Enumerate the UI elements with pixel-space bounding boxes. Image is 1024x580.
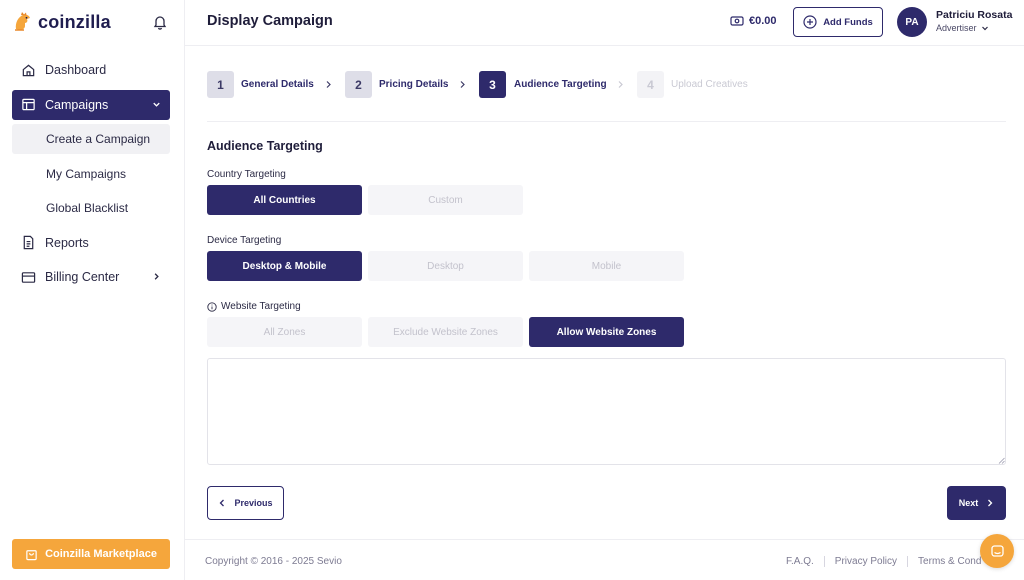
sidebar-item-billing-center[interactable]: Billing Center	[12, 262, 170, 292]
chevron-down-icon	[981, 26, 988, 31]
page-title: Display Campaign	[207, 13, 333, 29]
step-number: 3	[479, 71, 506, 98]
divider	[207, 121, 1006, 122]
sidebar-item-dashboard[interactable]: Dashboard	[12, 55, 170, 85]
notifications-bell-icon[interactable]	[152, 14, 168, 30]
chevron-down-icon	[153, 102, 160, 107]
sidebar-item-label: Campaigns	[45, 97, 109, 112]
avatar[interactable]: PA	[897, 7, 927, 37]
info-icon[interactable]	[207, 301, 217, 312]
device-targeting-label: Device Targeting	[207, 235, 281, 246]
website-option-all-zones[interactable]: All Zones	[207, 317, 362, 347]
footer-separator	[823, 556, 825, 567]
footer-link-privacy[interactable]: Privacy Policy	[835, 556, 897, 567]
sidebar-item-reports[interactable]: Reports	[12, 228, 170, 258]
sidebar-item-campaigns[interactable]: Campaigns	[12, 89, 170, 120]
card-icon	[21, 271, 36, 283]
home-icon	[22, 64, 35, 76]
chevron-right-icon	[988, 499, 993, 507]
support-chat-button[interactable]	[980, 534, 1014, 568]
field-label-text: Website Targeting	[221, 301, 301, 312]
website-option-exclude-zones[interactable]: Exclude Website Zones	[368, 317, 523, 347]
device-option-desktop-mobile[interactable]: Desktop & Mobile	[207, 251, 362, 281]
chevron-left-icon	[220, 499, 225, 507]
sidebar: coinzilla Dashboard Campaigns Create a C…	[0, 0, 185, 580]
sidebar-item-label: Reports	[45, 235, 89, 250]
user-name[interactable]: Patriciu Rosata	[936, 9, 1012, 21]
sidebar-item-label: Dashboard	[45, 63, 107, 77]
chevron-right-icon	[460, 81, 465, 88]
step-label: General Details	[241, 79, 314, 90]
footer-separator	[907, 556, 909, 567]
balance-value: €0.00	[749, 15, 777, 27]
field-label-text: Device Targeting	[207, 235, 282, 246]
chevron-right-icon	[618, 81, 623, 88]
coinzilla-logo[interactable]: coinzilla	[12, 10, 111, 34]
step-number: 1	[207, 71, 234, 98]
device-option-desktop[interactable]: Desktop	[368, 251, 523, 281]
sidebar-nav: Dashboard Campaigns Create a Campaign My…	[12, 55, 170, 297]
plus-circle-icon	[803, 15, 817, 29]
country-targeting-label: Country Targeting	[207, 169, 286, 180]
coinzilla-logo-icon	[15, 12, 30, 31]
section-title: Audience Targeting	[207, 139, 323, 153]
chat-icon	[990, 544, 1004, 557]
step-label: Pricing Details	[379, 79, 449, 90]
resize-handle-icon[interactable]	[998, 457, 1005, 464]
chevron-right-icon	[326, 81, 331, 88]
coinzilla-marketplace-button[interactable]: Coinzilla Marketplace	[12, 539, 170, 569]
next-label: Next	[958, 498, 979, 508]
sidebar-subitem-label: My Campaigns	[46, 166, 127, 181]
document-icon	[23, 235, 34, 250]
step-number: 2	[345, 71, 372, 98]
sidebar-item-label: Billing Center	[45, 270, 120, 284]
website-targeting-label: Website Targeting	[207, 301, 301, 312]
footer-link-faq[interactable]: F.A.Q.	[786, 556, 814, 567]
wallet-icon	[730, 16, 744, 26]
footer-link-terms[interactable]: Terms & Cond	[918, 556, 981, 567]
sidebar-subitem-create-campaign[interactable]: Create a Campaign	[12, 124, 170, 154]
layout-icon	[22, 98, 35, 111]
campaign-stepper: 1 General Details 2 Pricing Details 3 Au…	[207, 71, 1007, 98]
add-funds-label: Add Funds	[823, 16, 873, 28]
shopping-bag-icon	[26, 549, 37, 560]
sidebar-subitem-global-blacklist[interactable]: Global Blacklist	[12, 193, 170, 223]
footer-divider	[185, 539, 1024, 540]
step-label: Audience Targeting	[514, 79, 607, 90]
marketplace-label: Coinzilla Marketplace	[45, 548, 157, 560]
country-option-all-countries[interactable]: All Countries	[207, 185, 362, 215]
user-role-label: Advertiser	[936, 23, 977, 33]
footer-links: F.A.Q. Privacy Policy Terms & Cond	[786, 556, 981, 567]
user-role-dropdown[interactable]: Advertiser	[936, 23, 989, 33]
country-option-custom[interactable]: Custom	[368, 185, 523, 215]
step-number: 4	[637, 71, 664, 98]
previous-label: Previous	[234, 498, 273, 508]
sidebar-subitem-my-campaigns[interactable]: My Campaigns	[12, 159, 170, 189]
step-label: Upload Creatives	[671, 79, 748, 90]
add-funds-button[interactable]: Add Funds	[793, 7, 883, 37]
chevron-right-icon	[154, 273, 159, 280]
sidebar-subitem-label: Create a Campaign	[46, 132, 151, 146]
copyright-text: Copyright © 2016 - 2025 Sevio	[205, 556, 342, 567]
device-option-mobile[interactable]: Mobile	[529, 251, 684, 281]
previous-button[interactable]: Previous	[207, 486, 284, 520]
brand-name: coinzilla	[38, 11, 111, 32]
website-option-allow-zones[interactable]: Allow Website Zones	[529, 317, 684, 347]
next-button[interactable]: Next	[947, 486, 1006, 520]
top-header: Display Campaign €0.00 Add Funds PA Patr…	[185, 0, 1024, 46]
account-balance: €0.00	[730, 14, 777, 28]
field-label-text: Country Targeting	[207, 169, 286, 180]
website-zones-textarea[interactable]	[207, 358, 1006, 465]
sidebar-subitem-label: Global Blacklist	[46, 201, 129, 215]
